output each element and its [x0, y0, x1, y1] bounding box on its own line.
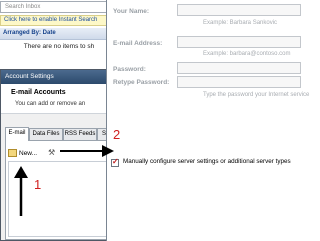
email-address-example: Example: barbara@contoso.com	[203, 51, 291, 57]
new-account-button[interactable]: New...	[8, 148, 37, 159]
inbox-pane: Search Inbox Click here to enable Instan…	[0, 0, 108, 72]
manual-config-option[interactable]: ✓ Manually configure server settings or …	[111, 157, 297, 169]
arrow-up-annotation	[14, 166, 28, 216]
add-new-account-dialog: Your Name: Example: Barbara Sankovic E-m…	[106, 0, 309, 241]
your-name-example: Example: Barbara Sankovic	[203, 20, 278, 26]
search-inbox-input[interactable]: Search Inbox	[0, 1, 108, 13]
tab-rss-feeds[interactable]: RSS Feeds	[63, 128, 97, 140]
your-name-field[interactable]	[177, 4, 301, 16]
tab-email[interactable]: E-mail	[5, 127, 29, 141]
arranged-by-header[interactable]: Arranged By: Date	[0, 28, 108, 40]
retype-password-label: Retype Password:	[113, 79, 170, 86]
new-account-label: New...	[19, 150, 38, 157]
retype-password-field[interactable]	[177, 76, 301, 88]
email-accounts-subtitle: You can add or remove an	[15, 101, 86, 107]
retype-password-hint: Type the password your Internet service	[203, 92, 310, 98]
manual-config-label[interactable]: Manually configure server settings or ad…	[123, 158, 291, 165]
step-2-annotation: 2	[113, 127, 121, 142]
new-account-icon	[8, 149, 17, 158]
your-name-label: Your Name:	[113, 8, 149, 15]
email-address-field[interactable]	[177, 36, 301, 48]
account-settings-title: Account Settings	[1, 70, 109, 84]
enable-instant-search-bar[interactable]: Click here to enable Instant Search	[0, 15, 108, 26]
email-address-label: E-mail Address:	[113, 40, 163, 47]
account-settings-header: E-mail Accounts You can add or remove an	[1, 84, 109, 114]
password-field[interactable]	[177, 62, 301, 74]
password-label: Password:	[113, 66, 146, 73]
arrow-right-annotation	[60, 145, 114, 157]
repair-icon[interactable]: ⚒	[48, 149, 58, 157]
empty-inbox-message: There are no items to sh	[23, 43, 95, 50]
step-1-annotation: 1	[34, 177, 42, 192]
email-accounts-heading: E-mail Accounts	[11, 89, 66, 96]
tab-data-files[interactable]: Data Files	[29, 128, 63, 140]
checkmark-icon: ✓	[112, 157, 119, 166]
manual-config-checkbox[interactable]: ✓	[111, 157, 119, 167]
